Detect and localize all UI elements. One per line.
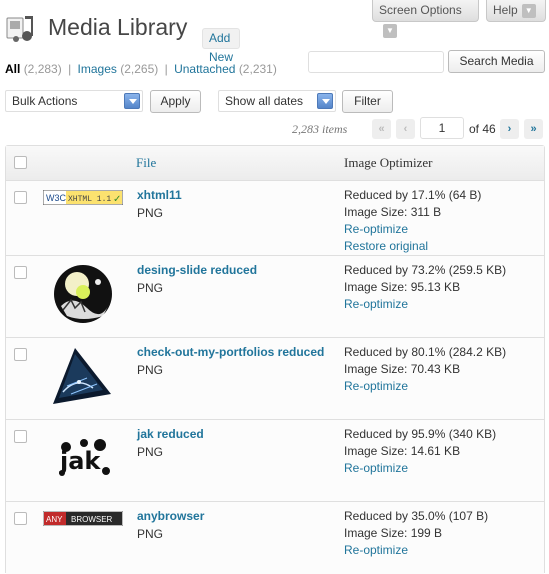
image-size-text: Image Size: 199 B (344, 526, 443, 540)
separator: | (164, 62, 168, 76)
file-name-link[interactable]: check-out-my-portfolios reduced (137, 345, 324, 359)
page-title: Media Library (48, 14, 188, 40)
optimizer-info: Reduced by 95.9% (340 KB) Image Size: 14… (344, 426, 496, 477)
row-checkbox[interactable] (14, 348, 27, 361)
reduction-text: Reduced by 35.0% (107 B) (344, 509, 489, 523)
table-header: File Image Optimizer (6, 146, 544, 181)
filter-button[interactable]: Filter (342, 90, 393, 113)
filter-all-count: (2,283) (23, 62, 62, 76)
file-type: PNG (137, 281, 164, 295)
reoptimize-link[interactable]: Re-optimize (344, 542, 488, 559)
filter-unattached-label: Unattached (174, 62, 236, 76)
search-media-button[interactable]: Search Media (448, 50, 545, 73)
filter-all-label: All (5, 62, 21, 76)
row-checkbox[interactable] (14, 512, 27, 525)
select-all-checkbox[interactable] (14, 156, 27, 169)
file-name-link[interactable]: jak reduced (137, 427, 204, 441)
row-checkbox[interactable] (14, 266, 27, 279)
optimizer-info: Reduced by 35.0% (107 B) Image Size: 199… (344, 508, 488, 559)
file-type: PNG (137, 363, 164, 377)
bulk-actions-select[interactable]: Bulk Actions (5, 90, 143, 112)
file-name-link[interactable]: xhtml11 (137, 188, 182, 202)
total-pages: of 46 (469, 122, 496, 136)
search-input[interactable] (308, 51, 444, 73)
jak-logo-thumbnail[interactable]: jak (56, 437, 112, 477)
date-filter-value: Show all dates (225, 94, 304, 108)
prev-page-button[interactable]: ‹ (396, 119, 415, 139)
items-count: 2,283 items (292, 122, 348, 136)
column-image-optimizer: Image Optimizer (344, 155, 433, 170)
w3c-badge-text: W3C (46, 193, 67, 203)
chevron-down-icon: ▼ (383, 23, 397, 38)
filter-images-label: Images (77, 62, 117, 76)
row-checkbox[interactable] (14, 430, 27, 443)
optimizer-info: Reduced by 73.2% (259.5 KB) Image Size: … (344, 262, 506, 313)
screen-options-button[interactable]: Screen Options ▼ (372, 0, 479, 38)
table-row: desing-slide reduced PNG Reduced by 73.2… (6, 256, 544, 338)
chevron-down-icon (317, 93, 333, 109)
last-page-button[interactable]: » (524, 119, 543, 139)
reoptimize-link[interactable]: Re-optimize (344, 378, 506, 395)
any-browser-badge-thumbnail[interactable]: ANY BROWSER (43, 511, 123, 526)
reduction-text: Reduced by 95.9% (340 KB) (344, 427, 497, 441)
separator: | (68, 62, 72, 76)
media-library-icon (6, 16, 33, 42)
reoptimize-link[interactable]: Re-optimize (344, 460, 496, 477)
restore-original-link[interactable]: Restore original (344, 238, 481, 255)
reoptimize-link[interactable]: Re-optimize (344, 296, 506, 313)
chevron-down-icon: ▼ (521, 3, 536, 18)
reoptimize-link[interactable]: Re-optimize (344, 221, 481, 238)
help-button[interactable]: Help ▼ (486, 0, 546, 22)
image-size-text: Image Size: 311 B (344, 205, 442, 219)
jak-logo-text: jak (59, 447, 101, 475)
current-page-input[interactable]: 1 (420, 117, 464, 139)
column-file[interactable]: File (136, 155, 156, 171)
bulk-actions-value: Bulk Actions (12, 94, 78, 108)
optimizer-info: Reduced by 80.1% (284.2 KB) Image Size: … (344, 344, 506, 395)
table-row: jak jak reduced PNG Reduced by 95.9% (34… (6, 420, 544, 502)
filter-images[interactable]: Images (2,265) (78, 62, 159, 76)
media-type-filters: All (2,283) | Images (2,265) | Unattache… (5, 62, 277, 76)
reduction-text: Reduced by 80.1% (284.2 KB) (344, 345, 507, 359)
xhtml-badge-text: XHTML 1.1 (68, 195, 111, 204)
file-type: PNG (137, 206, 164, 220)
table-row: check-out-my-portfolios reduced PNG Redu… (6, 338, 544, 420)
help-label: Help (493, 3, 518, 17)
triangle-art-thumbnail[interactable] (53, 348, 113, 404)
image-size-text: Image Size: 95.13 KB (344, 280, 461, 294)
any-badge-text: ANY (46, 515, 63, 524)
filter-unattached-count: (2,231) (238, 62, 277, 76)
table-row: ANY BROWSER anybrowser PNG Reduced by 35… (6, 502, 544, 574)
reduction-text: Reduced by 17.1% (64 B) (344, 188, 482, 202)
first-page-button[interactable]: « (372, 119, 391, 139)
filter-all[interactable]: All (2,283) (5, 62, 62, 76)
next-page-button[interactable]: › (500, 119, 519, 139)
image-size-text: Image Size: 70.43 KB (344, 362, 461, 376)
filter-images-count: (2,265) (120, 62, 159, 76)
circle-art-thumbnail[interactable] (53, 264, 113, 324)
browser-badge-text: BROWSER (71, 515, 113, 524)
reduction-text: Reduced by 73.2% (259.5 KB) (344, 263, 507, 277)
chevron-down-icon (124, 93, 140, 109)
filter-unattached[interactable]: Unattached (2,231) (174, 62, 277, 76)
date-filter-select[interactable]: Show all dates (218, 90, 336, 112)
media-table: File Image Optimizer W3C XHTML 1.1 ✓ xht… (5, 145, 545, 574)
row-checkbox[interactable] (14, 191, 27, 204)
file-name-link[interactable]: anybrowser (137, 509, 204, 523)
check-icon: ✓ (113, 194, 121, 205)
w3c-xhtml-badge-thumbnail[interactable]: W3C XHTML 1.1 ✓ (43, 190, 123, 205)
image-size-text: Image Size: 14.61 KB (344, 444, 461, 458)
apply-button[interactable]: Apply (150, 90, 201, 113)
optimizer-info: Reduced by 17.1% (64 B) Image Size: 311 … (344, 187, 481, 255)
file-name-link[interactable]: desing-slide reduced (137, 263, 257, 277)
file-type: PNG (137, 527, 164, 541)
table-row: W3C XHTML 1.1 ✓ xhtml11 PNG Reduced by 1… (6, 181, 544, 256)
file-type: PNG (137, 445, 164, 459)
screen-options-label: Screen Options (379, 3, 462, 17)
add-new-button[interactable]: Add New (202, 28, 241, 64)
